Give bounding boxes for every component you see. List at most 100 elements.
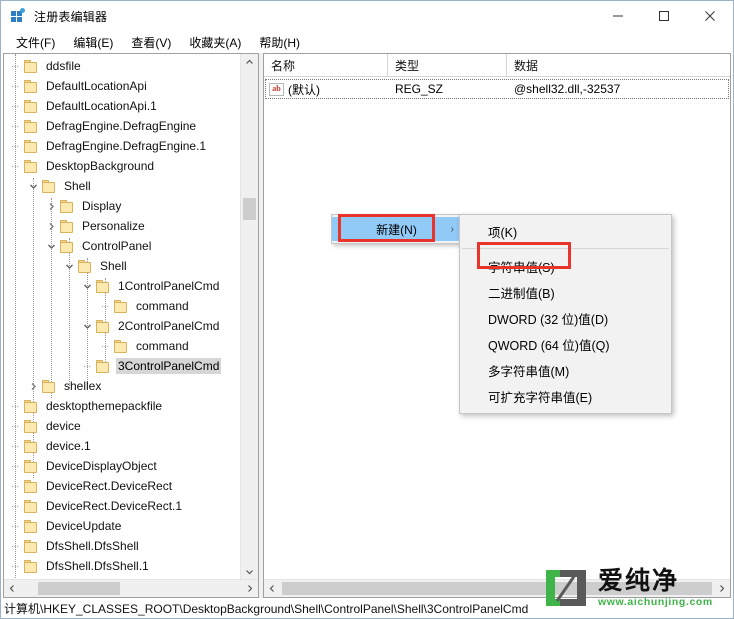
context-menu-item-new-label: 新建(N) <box>376 222 417 237</box>
table-row[interactable]: ab (默认) REG_SZ @shell32.dll,-32537 <box>265 79 729 99</box>
tree-line-stub <box>7 556 23 576</box>
chevron-down-icon[interactable] <box>43 236 59 256</box>
submenu-item-string-value[interactable]: 字符串值(S) <box>460 253 671 279</box>
tree-line-stub <box>7 516 23 536</box>
tree-line-stub <box>7 396 23 416</box>
context-menu-item-new[interactable]: 新建(N) › <box>332 217 461 241</box>
tree-hscroll-thumb[interactable] <box>38 582 120 595</box>
tree-item-3controlpanelcmd[interactable]: 3ControlPanelCmd <box>4 356 241 376</box>
tree-line-stub <box>97 296 113 316</box>
cell-data: @shell32.dll,-32537 <box>514 82 621 96</box>
tree-item-label: DefaultLocationApi <box>46 79 147 93</box>
watermark-text: 爱纯净 www.aichunjing.com <box>598 568 713 608</box>
submenu-item-dword-value[interactable]: DWORD (32 位)值(D) <box>460 305 671 331</box>
tree-scroll-thumb[interactable] <box>243 198 256 220</box>
scroll-up-icon[interactable] <box>241 54 258 71</box>
tree-item-label: ControlPanel <box>82 239 152 253</box>
tree-item-label: desktopthemepackfile <box>46 399 163 413</box>
tree-line-stub <box>7 536 23 556</box>
registry-tree-pane: ddsfile DefaultLocationApi DefaultLocation… <box>3 53 259 598</box>
tree-line-stub <box>7 76 23 96</box>
chevron-right-icon[interactable] <box>43 196 59 216</box>
tree-item-controlpanel[interactable]: ControlPanel <box>4 236 241 256</box>
cell-type: REG_SZ <box>395 82 444 96</box>
maximize-button[interactable] <box>641 1 687 31</box>
scroll-left-icon[interactable] <box>4 580 21 597</box>
chevron-right-icon[interactable] <box>25 376 41 396</box>
tree-item-command[interactable]: command <box>4 336 241 356</box>
folder-icon <box>113 299 129 313</box>
tree-line-stub <box>7 96 23 116</box>
tree-item-command[interactable]: command <box>4 296 241 316</box>
tree-item-defragengine-defragengine[interactable]: DefragEngine.DefragEngine <box>4 116 241 136</box>
tree-item-dfsshell-dfsshell[interactable]: DfsShell.DfsShell <box>4 536 241 556</box>
tree-item-label: DeviceDisplayObject <box>46 459 157 473</box>
tree-item-1controlpanelcmd[interactable]: 1ControlPanelCmd <box>4 276 241 296</box>
column-header-type[interactable]: 类型 <box>388 54 507 76</box>
tree-item-defaultlocationapi-1[interactable]: DefaultLocationApi.1 <box>4 96 241 116</box>
folder-icon <box>23 579 39 580</box>
tree-item-devicerect-devicerect[interactable]: DeviceRect.DeviceRect <box>4 476 241 496</box>
chevron-down-icon[interactable] <box>79 276 95 296</box>
tree-nodes-container: ddsfile DefaultLocationApi DefaultLocation… <box>4 54 241 580</box>
window-title: 注册表编辑器 <box>34 9 108 24</box>
tree-item-2controlpanelcmd[interactable]: 2ControlPanelCmd <box>4 316 241 336</box>
folder-icon <box>77 259 93 273</box>
tree-item-label: DeviceRect.DeviceRect.1 <box>46 499 183 513</box>
folder-icon <box>41 379 57 393</box>
list-scroll-left-icon[interactable] <box>264 580 281 597</box>
submenu-item-qword-value[interactable]: QWORD (64 位)值(Q) <box>460 331 671 357</box>
tree-item-label: DefaultLocationApi.1 <box>46 99 157 113</box>
tree-vertical-scrollbar[interactable] <box>240 54 258 580</box>
menu-help[interactable]: 帮助(H) <box>250 32 309 53</box>
registry-editor-icon <box>10 8 26 24</box>
list-column-headers: 名称 类型 数据 <box>264 54 730 77</box>
tree-item-desktopthemepackfile[interactable]: desktopthemepackfile <box>4 396 241 416</box>
tree-item-shell[interactable]: Shell <box>4 256 241 276</box>
tree-item-deviceupdate[interactable]: DeviceUpdate <box>4 516 241 536</box>
tree-item-devicedisplayobject[interactable]: DeviceDisplayObject <box>4 456 241 476</box>
tree-item-display[interactable]: Display <box>4 196 241 216</box>
tree-item-devicerect-devicerect-1[interactable]: DeviceRect.DeviceRect.1 <box>4 496 241 516</box>
submenu-item-expandable-string-value[interactable]: 可扩充字符串值(E) <box>460 383 671 409</box>
tree-item-dfsshell-dfsshelladmin[interactable]: DfsShell.DfsShellAdmin <box>4 576 241 580</box>
scroll-down-icon[interactable] <box>241 563 258 580</box>
chevron-down-icon[interactable] <box>25 176 41 196</box>
tree-item-defragengine-defragengine-1[interactable]: DefragEngine.DefragEngine.1 <box>4 136 241 156</box>
submenu-item-multi-string-value[interactable]: 多字符串值(M) <box>460 357 671 383</box>
tree-item-label: DfsShell.DfsShell <box>46 539 139 553</box>
tree-item-shellex[interactable]: shellex <box>4 376 241 396</box>
tree-item-desktopbackground[interactable]: DesktopBackground <box>4 156 241 176</box>
tree-item-label: Personalize <box>82 219 145 233</box>
tree-horizontal-scrollbar[interactable] <box>4 579 258 597</box>
minimize-button[interactable] <box>595 1 641 31</box>
menu-view[interactable]: 查看(V) <box>122 32 180 53</box>
tree-line-stub <box>7 456 23 476</box>
chevron-down-icon[interactable] <box>61 256 77 276</box>
submenu-item-binary-value[interactable]: 二进制值(B) <box>460 279 671 305</box>
folder-icon <box>41 179 57 193</box>
tree-item-label: command <box>136 299 189 313</box>
tree-item-device[interactable]: device <box>4 416 241 436</box>
tree-item-label: Shell <box>64 179 91 193</box>
tree-item-personalize[interactable]: Personalize <box>4 216 241 236</box>
submenu-item-key[interactable]: 项(K) <box>460 218 671 244</box>
close-button[interactable] <box>687 1 733 31</box>
chevron-down-icon[interactable] <box>79 316 95 336</box>
tree-line-stub <box>7 56 23 76</box>
tree-item-device-1[interactable]: device.1 <box>4 436 241 456</box>
tree-item-defaultlocationapi[interactable]: DefaultLocationApi <box>4 76 241 96</box>
scroll-right-icon[interactable] <box>241 580 258 597</box>
folder-icon <box>23 159 39 173</box>
column-header-name[interactable]: 名称 <box>264 54 388 76</box>
menu-edit[interactable]: 编辑(E) <box>64 32 122 53</box>
menu-favorites[interactable]: 收藏夹(A) <box>180 32 250 53</box>
tree-item-ddsfile[interactable]: ddsfile <box>4 56 241 76</box>
tree-item-shell[interactable]: Shell <box>4 176 241 196</box>
tree-item-dfsshell-dfsshell-1[interactable]: DfsShell.DfsShell.1 <box>4 556 241 576</box>
menu-file[interactable]: 文件(F) <box>7 32 64 53</box>
registry-tree[interactable]: ddsfile DefaultLocationApi DefaultLocation… <box>4 54 241 580</box>
chevron-right-icon[interactable] <box>43 216 59 236</box>
column-header-data[interactable]: 数据 <box>507 54 730 76</box>
tree-item-label: shellex <box>64 379 102 393</box>
